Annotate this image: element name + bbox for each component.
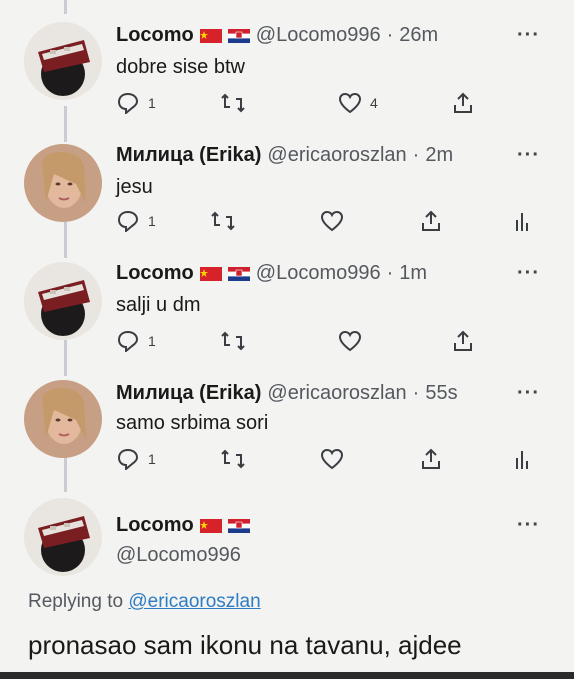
more-options-icon[interactable]: ··· bbox=[517, 514, 540, 537]
locomo-avatar bbox=[24, 498, 102, 576]
replying-mention-link[interactable]: @ericaoroszlan bbox=[128, 591, 260, 612]
tweet-text: pronasao sam ikonu na tavanu, ajdee bbox=[28, 630, 462, 660]
bottom-edge bbox=[0, 672, 574, 679]
replying-prefix: Replying to bbox=[28, 591, 124, 612]
replying-to: Replying to @ericaoroszlan bbox=[28, 591, 261, 613]
avatar[interactable] bbox=[24, 498, 102, 576]
handle[interactable]: @Locomo996 bbox=[116, 544, 241, 567]
china-flag-icon bbox=[199, 518, 222, 533]
croatia-flag-icon bbox=[227, 518, 250, 533]
main-tweet[interactable]: Locomo @Locomo996 ··· Replying to @erica… bbox=[0, 0, 574, 672]
display-name[interactable]: Locomo bbox=[116, 514, 194, 537]
